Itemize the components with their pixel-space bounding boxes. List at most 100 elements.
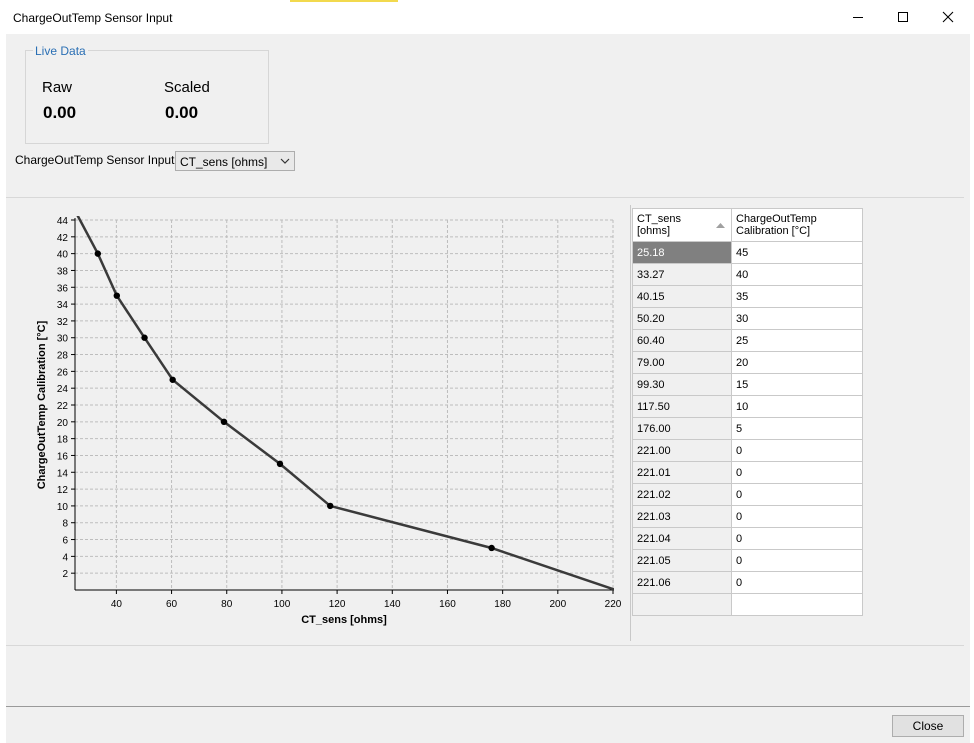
calibration-cell[interactable]: 25: [731, 329, 863, 352]
column-header-calibration-line2: Calibration [°C]: [736, 225, 811, 237]
y-tick-label: 20: [57, 418, 69, 429]
y-axis-label: ChargeOutTemp Calibration [°C]: [36, 320, 48, 489]
table-row[interactable]: 221.03 0: [632, 505, 863, 528]
y-tick-label: 30: [57, 334, 69, 345]
x-tick-label: 140: [384, 599, 401, 610]
close-icon: [942, 11, 954, 23]
data-point: [113, 292, 120, 299]
calibration-cell[interactable]: 40: [731, 263, 863, 286]
table-row[interactable]: 221.01 0: [632, 461, 863, 484]
x-axis-label: CT_sens [ohms]: [301, 614, 387, 626]
calibration-chart: 40 60 80 100 120 140 160 180 200 2202468101214161…: [36, 216, 622, 626]
title-bar: ChargeOutTemp Sensor Input: [6, 0, 970, 34]
table-row[interactable]: 33.27 40: [632, 263, 863, 286]
table-row[interactable]: 221.04 0: [632, 527, 863, 550]
ct-sens-cell[interactable]: 50.20: [632, 307, 732, 330]
y-tick-label: 10: [57, 502, 69, 513]
calibration-cell[interactable]: 5: [731, 417, 863, 440]
table-row[interactable]: 221.05 0: [632, 549, 863, 572]
empty-cell[interactable]: [632, 593, 732, 616]
y-tick-label: 22: [57, 401, 69, 412]
y-tick-label: 14: [57, 468, 69, 479]
y-tick-label: 28: [57, 351, 69, 362]
minimize-button[interactable]: [835, 0, 881, 34]
ct-sens-cell[interactable]: 176.00: [632, 417, 732, 440]
calibration-cell[interactable]: 35: [731, 285, 863, 308]
column-header-calibration[interactable]: ChargeOutTemp Calibration [°C]: [731, 208, 863, 242]
ct-sens-cell[interactable]: 117.50: [632, 395, 732, 418]
ct-sens-cell[interactable]: 99.30: [632, 373, 732, 396]
ct-sens-cell[interactable]: 221.01: [632, 461, 732, 484]
y-tick-label: 36: [57, 283, 69, 294]
calibration-cell[interactable]: 0: [731, 439, 863, 462]
calibration-cell[interactable]: 45: [731, 241, 863, 264]
panel-divider-top: [6, 197, 964, 198]
empty-cell[interactable]: [731, 593, 863, 616]
maximize-icon: [898, 12, 908, 22]
y-tick-label: 2: [62, 569, 68, 580]
maximize-button[interactable]: [880, 0, 926, 34]
column-header-ct-sens-line1: CT_sens: [637, 213, 682, 225]
sensor-input-select[interactable]: CT_sens [ohms]: [175, 151, 295, 171]
live-data-group: [25, 50, 269, 144]
calibration-cell[interactable]: 0: [731, 505, 863, 528]
ct-sens-cell[interactable]: 221.03: [632, 505, 732, 528]
table-row[interactable]: 60.40 25: [632, 329, 863, 352]
calibration-cell[interactable]: 10: [731, 395, 863, 418]
y-tick-label: 18: [57, 435, 69, 446]
minimize-icon: [853, 17, 863, 18]
table-new-row[interactable]: [632, 593, 863, 616]
ct-sens-cell[interactable]: 60.40: [632, 329, 732, 352]
data-point: [327, 502, 334, 510]
calibration-cell[interactable]: 0: [731, 549, 863, 572]
close-button[interactable]: Close: [892, 715, 964, 737]
x-tick-label: 100: [274, 599, 291, 610]
y-tick-label: 6: [62, 536, 68, 547]
ct-sens-cell[interactable]: 221.02: [632, 483, 732, 506]
panel-divider-bottom: [6, 645, 964, 646]
ct-sens-cell[interactable]: 40.15: [632, 285, 732, 308]
x-tick-label: 220: [605, 599, 622, 610]
y-tick-label: 12: [57, 485, 69, 496]
panel-splitter[interactable]: [630, 205, 631, 641]
x-tick-label: 80: [221, 599, 233, 610]
ct-sens-cell[interactable]: 221.04: [632, 527, 732, 550]
ct-sens-cell[interactable]: 221.06: [632, 571, 732, 594]
calibration-cell[interactable]: 0: [731, 527, 863, 550]
table-row[interactable]: 25.18 45: [632, 241, 863, 264]
table-row[interactable]: 221.00 0: [632, 439, 863, 462]
ct-sens-cell[interactable]: 221.00: [632, 439, 732, 462]
table-row[interactable]: 79.00 20: [632, 351, 863, 374]
table-row[interactable]: 40.15 35: [632, 285, 863, 308]
ct-sens-cell[interactable]: 25.18: [632, 241, 732, 264]
ct-sens-cell[interactable]: 33.27: [632, 263, 732, 286]
table-row[interactable]: 99.30 15: [632, 373, 863, 396]
raw-value: 0.00: [43, 103, 77, 122]
window-title: ChargeOutTemp Sensor Input: [13, 11, 173, 25]
table-row[interactable]: 117.50 10: [632, 395, 863, 418]
calibration-cell[interactable]: 15: [731, 373, 863, 396]
live-data-title: Live Data: [33, 44, 88, 58]
x-tick-label: 60: [166, 599, 178, 610]
calibration-cell[interactable]: 20: [731, 351, 863, 374]
ct-sens-cell[interactable]: 221.05: [632, 549, 732, 572]
calibration-cell[interactable]: 0: [731, 483, 863, 506]
table-header-row: CT_sens [ohms] ChargeOutTemp Calibration…: [632, 208, 863, 242]
table-row[interactable]: 176.00 5: [632, 417, 863, 440]
table-row[interactable]: 50.20 30: [632, 307, 863, 330]
close-window-button[interactable]: [925, 0, 971, 34]
calibration-cell[interactable]: 30: [731, 307, 863, 330]
table-row[interactable]: 221.06 0: [632, 571, 863, 594]
column-header-ct-sens[interactable]: CT_sens [ohms]: [632, 208, 732, 242]
y-tick-label: 8: [62, 519, 68, 530]
calibration-cell[interactable]: 0: [731, 571, 863, 594]
sensor-input-selected: CT_sens [ohms]: [180, 155, 268, 169]
scaled-label: Scaled: [164, 79, 210, 96]
chevron-down-icon: [280, 158, 290, 164]
calibration-table: CT_sens [ohms] ChargeOutTemp Calibration…: [632, 208, 863, 616]
data-point: [141, 334, 148, 341]
calibration-cell[interactable]: 0: [731, 461, 863, 484]
ct-sens-cell[interactable]: 79.00: [632, 351, 732, 374]
table-row[interactable]: 221.02 0: [632, 483, 863, 506]
column-header-ct-sens-line2: [ohms]: [637, 225, 671, 237]
